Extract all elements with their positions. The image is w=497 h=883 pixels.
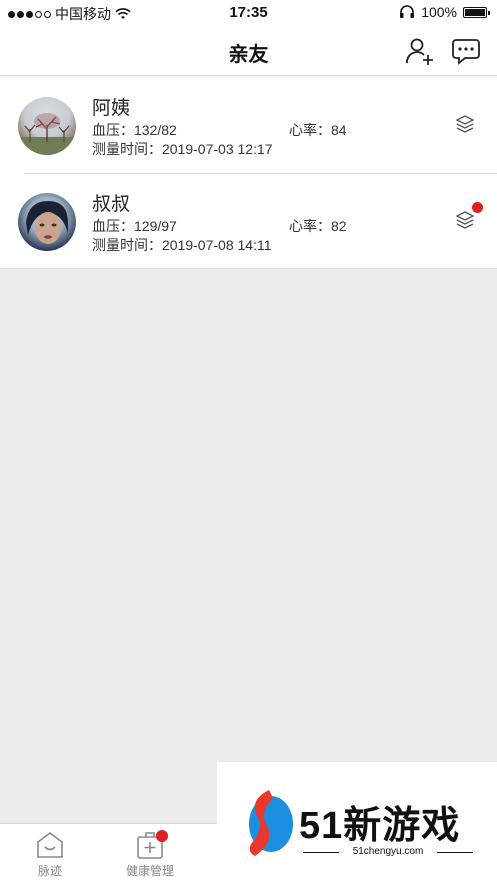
headphones-icon [400, 5, 415, 18]
layers-icon[interactable] [455, 210, 475, 230]
battery-icon [463, 6, 490, 18]
blood-pressure: 血压：129/97 [92, 216, 177, 236]
measure-time: 测量时间：2019-07-03 12:17 [92, 139, 273, 159]
bp-label: 血压： [92, 218, 134, 234]
watermark: 51新游戏 51chengyu.com [217, 762, 497, 872]
hr-value: 82 [331, 218, 347, 234]
add-user-button[interactable] [405, 36, 435, 66]
nav-bar: 亲友 [0, 26, 497, 76]
bp-label: 血压： [92, 122, 134, 138]
avatar [18, 97, 76, 155]
brand-logo-icon [249, 790, 293, 856]
bp-value: 132/82 [134, 122, 177, 138]
home-icon [34, 830, 66, 860]
layers-icon[interactable] [455, 114, 475, 134]
heart-rate: 心率：84 [289, 120, 347, 140]
time-value: 2019-07-08 14:11 [162, 237, 272, 253]
status-bar: 中国移动 17:35 100% [0, 0, 497, 26]
avatar [18, 193, 76, 251]
hr-label: 心率： [289, 218, 331, 234]
tab-pulse[interactable]: 脉迹 [0, 830, 100, 879]
time-value: 2019-07-03 12:17 [162, 141, 273, 157]
contacts-list: 阿姨 血压：132/82 心率：84 测量时间：2019-07-03 12:17… [0, 77, 497, 269]
heart-rate: 心率：82 [289, 216, 347, 236]
hr-label: 心率： [289, 122, 331, 138]
blood-pressure: 血压：132/82 [92, 120, 177, 140]
time-label: 测量时间： [92, 237, 162, 253]
medical-kit-icon [134, 830, 168, 860]
status-right: 100% [399, 4, 490, 20]
watermark-url: 51chengyu.com [303, 846, 473, 857]
add-user-icon [406, 38, 433, 65]
time-label: 测量时间： [92, 141, 162, 157]
tab-label: 脉迹 [37, 864, 62, 878]
tab-label: 健康管理 [125, 864, 174, 878]
hr-value: 84 [331, 122, 347, 138]
message-icon [452, 39, 480, 65]
list-item[interactable]: 阿姨 血压：132/82 心率：84 测量时间：2019-07-03 12:17 [0, 77, 497, 173]
watermark-brand: 51新游戏 [299, 805, 461, 847]
battery-percent: 100% [421, 4, 457, 20]
tab-health-management[interactable]: 健康管理 [100, 830, 200, 879]
measure-time: 测量时间：2019-07-08 14:11 [92, 235, 272, 255]
message-button[interactable] [451, 36, 481, 66]
tab-badge [156, 830, 168, 842]
unread-badge [472, 202, 483, 213]
list-item[interactable]: 叔叔 血压：129/97 心率：82 测量时间：2019-07-08 14:11 [0, 173, 497, 269]
bp-value: 129/97 [134, 218, 177, 234]
contact-name: 叔叔 [92, 194, 131, 215]
contact-name: 阿姨 [92, 98, 131, 119]
